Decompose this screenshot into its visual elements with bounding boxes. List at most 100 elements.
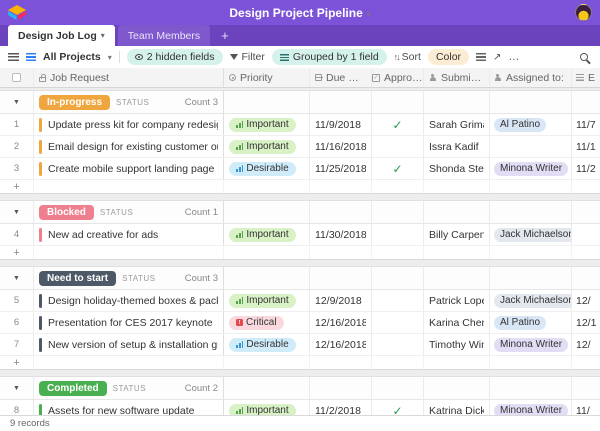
column-header-priority[interactable]: Priority bbox=[224, 68, 310, 87]
collapse-group-icon[interactable]: ▼ bbox=[13, 385, 20, 392]
group-count: Count 1 bbox=[185, 207, 218, 218]
table-row[interactable]: 5Design holiday-themed boxes & packaging… bbox=[0, 290, 600, 312]
job-request-cell[interactable]: New ad creative for ads bbox=[48, 229, 158, 241]
assignee-pill[interactable]: Minona Writer bbox=[494, 404, 568, 416]
column-header-assigned-to[interactable]: Assigned to: bbox=[490, 68, 572, 87]
view-name[interactable]: All Projects bbox=[43, 51, 101, 63]
table-row[interactable]: 2Email design for existing customer outr… bbox=[0, 136, 600, 158]
end-date-cell[interactable]: 12/ bbox=[576, 295, 591, 307]
submitter-cell[interactable]: Billy Carpenter bbox=[429, 229, 484, 241]
group-button[interactable]: Grouped by 1 field bbox=[272, 49, 387, 65]
priority-pill[interactable]: Desirable bbox=[229, 338, 296, 352]
job-request-cell[interactable]: Presentation for CES 2017 keynote bbox=[48, 317, 213, 329]
group-status-pill[interactable]: Need to start bbox=[39, 271, 116, 286]
end-date-cell[interactable]: 11/1 bbox=[576, 141, 596, 153]
hidden-fields-button[interactable]: 2 hidden fields bbox=[127, 49, 223, 65]
avatar[interactable] bbox=[575, 4, 592, 21]
airtable-logo-icon[interactable] bbox=[8, 5, 26, 20]
add-row[interactable]: + bbox=[0, 180, 600, 193]
end-date-cell[interactable]: 12/ bbox=[576, 339, 591, 351]
group-field-label: STATUS bbox=[100, 208, 133, 217]
job-request-cell[interactable]: Assets for new software update bbox=[48, 405, 195, 416]
priority-bars-icon bbox=[236, 341, 243, 348]
assignee-pill[interactable]: Al Patino bbox=[494, 316, 546, 330]
column-header-end[interactable]: E… bbox=[572, 68, 600, 87]
table-row[interactable]: 7New version of setup & installation gui… bbox=[0, 334, 600, 356]
group-status-pill[interactable]: Completed bbox=[39, 381, 107, 396]
due-date-cell[interactable]: 12/16/2018 bbox=[315, 317, 366, 329]
submitter-cell[interactable]: Shonda Stevens bbox=[429, 163, 484, 175]
priority-pill[interactable]: Desirable bbox=[229, 162, 296, 176]
column-header-due-date[interactable]: Due Date bbox=[310, 68, 372, 87]
priority-pill[interactable]: Important bbox=[229, 404, 296, 416]
job-request-cell[interactable]: Create mobile support landing page bbox=[48, 163, 214, 175]
submitter-cell[interactable]: Katrina Dickson bbox=[429, 405, 484, 416]
table-row[interactable]: 1Update press kit for company redesignIm… bbox=[0, 114, 600, 136]
add-row[interactable]: + bbox=[0, 356, 600, 369]
tab-team-members[interactable]: Team Members bbox=[118, 25, 210, 46]
end-date-cell[interactable]: 11/ bbox=[576, 405, 590, 416]
person-icon bbox=[429, 74, 437, 82]
due-date-cell[interactable]: 11/16/2018 bbox=[315, 141, 366, 153]
assignee-pill[interactable]: Jack Michaelson bbox=[494, 228, 572, 242]
table-row[interactable]: 6Presentation for CES 2017 keynote!Criti… bbox=[0, 312, 600, 334]
share-icon[interactable]: ↗ bbox=[493, 52, 501, 63]
priority-pill[interactable]: !Critical bbox=[229, 316, 284, 330]
assignee-pill[interactable]: Minona Writer bbox=[494, 338, 568, 352]
job-request-cell[interactable]: Email design for existing customer outre… bbox=[48, 141, 218, 153]
due-date-cell[interactable]: 11/2/2018 bbox=[315, 405, 361, 416]
job-request-cell[interactable]: New version of setup & installation guid… bbox=[48, 339, 218, 351]
menu-icon[interactable] bbox=[8, 53, 19, 61]
submitter-cell[interactable]: Sarah Grimaldi bbox=[429, 119, 484, 131]
due-date-cell[interactable]: 12/16/2018 bbox=[315, 339, 366, 351]
due-date-cell[interactable]: 11/30/2018 bbox=[315, 229, 366, 241]
collapse-group-icon[interactable]: ▼ bbox=[13, 99, 20, 106]
chevron-down-icon[interactable]: ▾ bbox=[108, 53, 112, 62]
end-date-cell[interactable]: 12/1 bbox=[576, 317, 596, 329]
job-request-cell[interactable]: Design holiday-themed boxes & packaging bbox=[48, 295, 218, 307]
submitter-cell[interactable]: Issra Kadif bbox=[429, 141, 479, 153]
submitter-cell[interactable]: Timothy Winters bbox=[429, 339, 484, 351]
collapse-group-icon[interactable]: ▼ bbox=[13, 275, 20, 282]
group-status-pill[interactable]: Blocked bbox=[39, 205, 94, 220]
color-button[interactable]: Color bbox=[428, 49, 469, 65]
filter-button[interactable]: Filter bbox=[230, 51, 265, 63]
end-date-cell[interactable]: 11/2 bbox=[576, 163, 596, 175]
select-all-checkbox[interactable] bbox=[0, 68, 34, 87]
column-header-job-request[interactable]: Job Request bbox=[34, 68, 224, 87]
search-icon[interactable] bbox=[580, 53, 588, 61]
row-height-icon[interactable] bbox=[476, 53, 486, 61]
table-row[interactable]: 8Assets for new software updateImportant… bbox=[0, 400, 600, 415]
end-date-cell[interactable]: 11/7 bbox=[576, 119, 596, 131]
approved-check-icon[interactable]: ✓ bbox=[392, 404, 402, 416]
priority-pill[interactable]: Important bbox=[229, 118, 296, 132]
priority-pill[interactable]: Important bbox=[229, 140, 296, 154]
due-date-cell[interactable]: 11/25/2018 bbox=[315, 163, 366, 175]
group-status-pill[interactable]: In-progress bbox=[39, 95, 110, 110]
add-row[interactable]: + bbox=[0, 246, 600, 259]
assignee-pill[interactable]: Minona Writer bbox=[494, 162, 568, 176]
add-table-button[interactable]: + bbox=[213, 25, 237, 46]
column-header-submitter[interactable]: Submitter bbox=[424, 68, 490, 87]
table-row[interactable]: 4New ad creative for adsImportant11/30/2… bbox=[0, 224, 600, 246]
approved-check-icon[interactable]: ✓ bbox=[392, 162, 402, 176]
more-options-icon[interactable]: … bbox=[508, 51, 520, 63]
job-request-cell[interactable]: Update press kit for company redesign bbox=[48, 119, 218, 131]
assignee-pill[interactable]: Al Patino bbox=[494, 118, 546, 132]
priority-pill[interactable]: Important bbox=[229, 294, 296, 308]
assignee-pill[interactable]: Jack Michaelson bbox=[494, 294, 572, 308]
due-date-cell[interactable]: 11/9/2018 bbox=[315, 119, 361, 131]
submitter-cell[interactable]: Karina Chen bbox=[429, 317, 484, 329]
sort-button[interactable]: ↑↓Sort bbox=[394, 51, 421, 63]
base-title[interactable]: Design Project Pipeline ▾ bbox=[0, 6, 600, 20]
tab-design-job-log[interactable]: Design Job Log▾ bbox=[8, 25, 115, 46]
table-row[interactable]: 3Create mobile support landing pageDesir… bbox=[0, 158, 600, 180]
collapse-group-icon[interactable]: ▼ bbox=[13, 209, 20, 216]
priority-pill[interactable]: Important bbox=[229, 228, 296, 242]
due-date-cell[interactable]: 12/9/2018 bbox=[315, 295, 362, 307]
checkbox-field-icon: ✓ bbox=[372, 74, 380, 82]
approved-check-icon[interactable]: ✓ bbox=[392, 118, 402, 132]
priority-label: Desirable bbox=[246, 339, 288, 350]
submitter-cell[interactable]: Patrick Lopez bbox=[429, 295, 484, 307]
column-header-approved[interactable]: ✓Approv… bbox=[372, 68, 424, 87]
